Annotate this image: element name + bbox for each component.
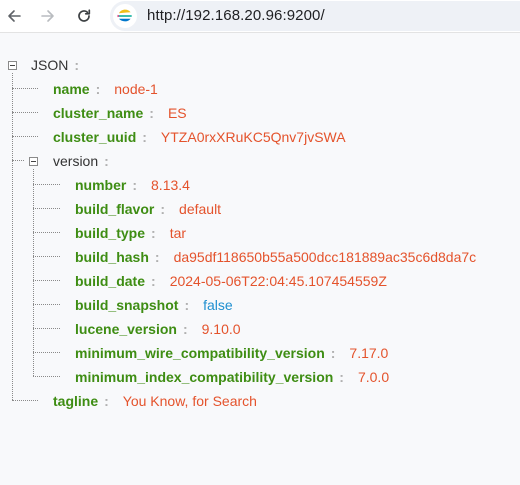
value: You Know, for Search	[122, 393, 257, 409]
colon: :	[184, 297, 190, 313]
property-version: version:	[53, 151, 109, 171]
json-root-label: JSON	[31, 57, 69, 73]
key: name	[53, 81, 90, 97]
value: false	[203, 297, 233, 313]
elastic-logo-icon	[113, 4, 137, 28]
tree-branch	[33, 280, 60, 281]
key: cluster_uuid	[53, 129, 137, 145]
tree-branch	[33, 256, 60, 257]
tree-branch	[33, 376, 60, 377]
property-lucene-version: lucene_version:9.10.0	[75, 319, 241, 339]
property-tagline: tagline: You Know, for Search	[53, 391, 257, 411]
key: minimum_wire_compatibility_version	[75, 345, 325, 361]
forward-button[interactable]	[38, 6, 58, 26]
key: cluster_name	[53, 105, 144, 121]
value: ES	[167, 105, 187, 121]
value: da95df118650b55a500dcc181889ac35c6d8da7c	[173, 249, 477, 265]
key: build_type	[75, 225, 146, 241]
tree-branch	[33, 328, 60, 329]
tree-guide-version	[33, 169, 34, 376]
tree-branch	[12, 112, 38, 113]
key: lucene_version	[75, 321, 177, 337]
property-number: number:8.13.4	[75, 175, 190, 195]
tree-branch	[12, 400, 38, 401]
key: number	[75, 177, 127, 193]
tree-branch	[33, 208, 60, 209]
key: build_date	[75, 273, 146, 289]
tree-branch	[33, 304, 60, 305]
property-min-wire-compat: minimum_wire_compatibility_version:7.17.…	[75, 343, 388, 363]
colon: :	[74, 57, 80, 73]
value: 7.17.0	[349, 345, 389, 361]
colon: :	[182, 321, 188, 337]
colon: :	[132, 177, 138, 193]
colon: :	[154, 249, 160, 265]
json-root-row: JSON:	[31, 55, 79, 75]
colon: :	[142, 129, 147, 145]
colon: :	[339, 369, 344, 385]
colon: :	[104, 393, 109, 409]
browser-toolbar: http://192.168.20.96:9200/	[0, 0, 520, 33]
colon: :	[104, 153, 109, 169]
value: node-1	[114, 81, 158, 97]
key: build_snapshot	[75, 297, 179, 313]
colon: :	[330, 345, 336, 361]
back-arrow-icon	[8, 10, 21, 22]
value: tar	[169, 225, 187, 241]
value: YTZA0rxXRuKC5Qnv7jvSWA	[160, 129, 346, 145]
property-build-hash: build_hash: da95df118650b55a500dcc181889a…	[75, 247, 476, 267]
colon: :	[160, 201, 166, 217]
tree-branch	[33, 352, 60, 353]
back-button[interactable]	[4, 6, 24, 26]
property-cluster-name: cluster_name: ES	[53, 103, 187, 123]
tree-branch	[12, 136, 38, 137]
reload-icon	[78, 9, 91, 22]
key: build_hash	[75, 249, 149, 265]
url-text: http://192.168.20.96:9200/	[147, 7, 325, 24]
value: 7.0.0	[357, 369, 390, 385]
property-build-snapshot: build_snapshot: false	[75, 295, 233, 315]
value: 8.13.4	[151, 177, 190, 193]
property-build-flavor: build_flavor: default	[75, 199, 221, 219]
property-build-date: build_date:2024-05-06T22:04:45.107454559…	[75, 271, 387, 291]
key: tagline	[53, 393, 99, 409]
address-bar[interactable]: http://192.168.20.96:9200/	[110, 1, 520, 31]
tree-branch	[33, 184, 60, 185]
colon: :	[151, 273, 156, 289]
tree-branch	[12, 160, 24, 161]
property-name: name: node-1	[53, 79, 158, 99]
collapse-version-toggle[interactable]	[29, 157, 38, 166]
json-viewer: JSON: name: node-1 cluster_name: ES cluste…	[0, 33, 520, 485]
value: default	[179, 201, 222, 217]
collapse-root-toggle[interactable]	[8, 61, 17, 70]
value: 9.10.0	[201, 321, 241, 337]
property-build-type: build_type: tar	[75, 223, 186, 243]
reload-button[interactable]	[74, 6, 94, 26]
colon: :	[95, 81, 101, 97]
colon: :	[149, 105, 154, 121]
property-min-index-compat: minimum_index_compatibility_version:7.0.…	[75, 367, 389, 387]
key: build_flavor	[75, 201, 155, 217]
tree-guide-root	[12, 73, 13, 400]
key: version	[53, 153, 99, 169]
tree-branch	[33, 232, 60, 233]
colon: :	[151, 225, 156, 241]
value: 2024-05-06T22:04:45.107454559Z	[169, 273, 387, 289]
tree-branch	[12, 88, 38, 89]
key: minimum_index_compatibility_version	[75, 369, 334, 385]
forward-arrow-icon	[41, 10, 54, 22]
property-cluster-uuid: cluster_uuid: YTZA0rxXRuKC5Qnv7jvSWA	[53, 127, 346, 147]
